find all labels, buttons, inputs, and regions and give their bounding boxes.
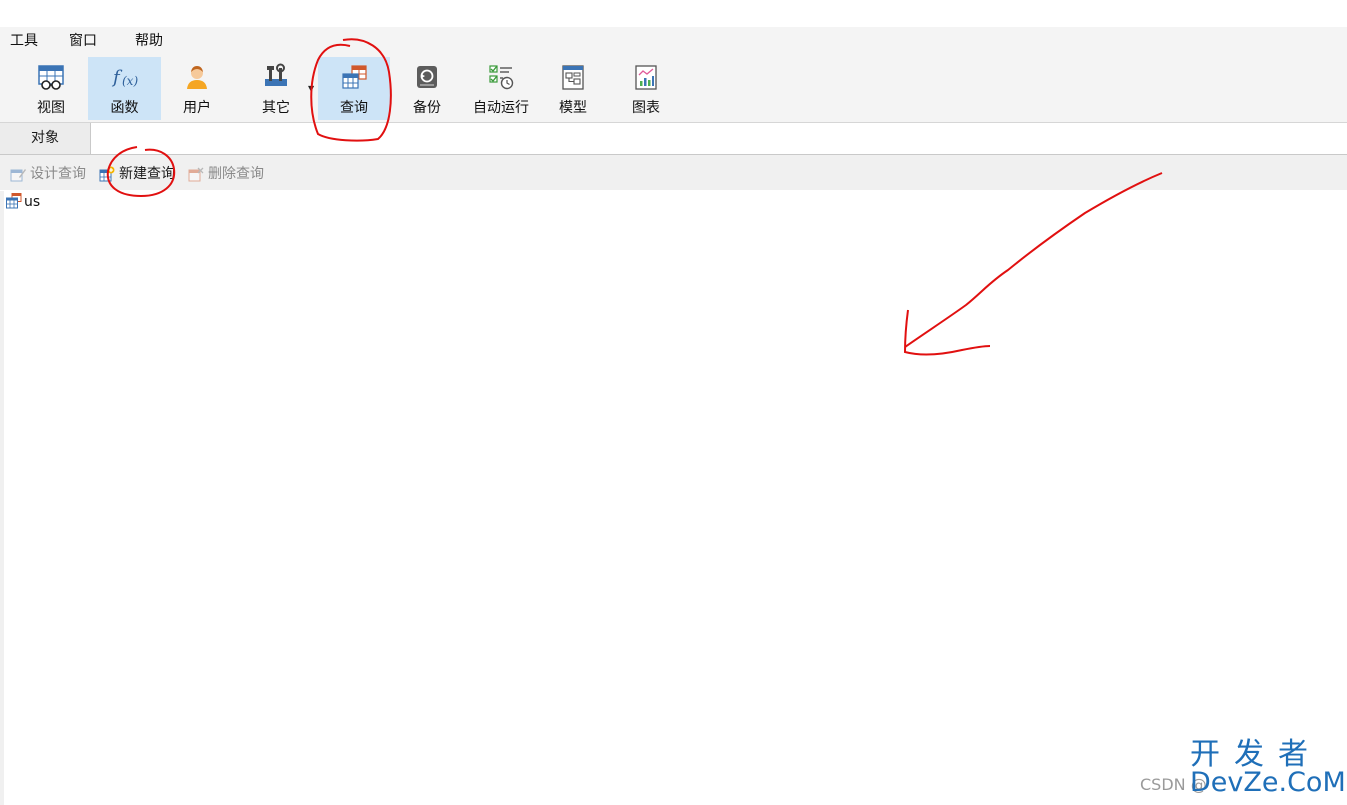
ribbon-chart-label: 图表 [632,100,660,116]
devze-watermark-cn: 开发者 [1190,737,1322,772]
new-query-label: 新建查询 [119,166,175,182]
devze-watermark: 开发者 DevZe.CoM [1190,737,1346,800]
ribbon-function-button[interactable]: f (x) 函数 [88,57,161,120]
menu-bar: 工具 窗口 帮助 [0,27,1347,55]
delete-query-icon [188,167,204,182]
tab-objects[interactable]: 对象 [0,123,91,154]
schedule-icon [489,65,514,90]
delete-query-label: 删除查询 [208,166,264,182]
ribbon-other-button[interactable]: 其它 [240,57,312,120]
view-icon [38,65,64,90]
devze-watermark-en: DevZe.CoM [1190,767,1346,798]
ribbon-user-button[interactable]: 用户 [162,57,232,120]
ribbon-view-label: 视图 [37,100,65,116]
backup-icon [417,66,437,88]
ribbon-query-button[interactable]: 查询 [318,57,390,120]
function-icon: f (x) [111,67,138,88]
ribbon-function-label: 函数 [110,100,139,116]
tools-icon [265,63,287,86]
design-query-label: 设计查询 [30,166,86,182]
design-query-icon [10,169,26,182]
ribbon-model-button[interactable]: 模型 [538,57,608,120]
main-ribbon: 视图 f (x) 函数 用户 其它 ▼ 查询 备份 自动运行 模型 图表 [0,55,1347,123]
ribbon-backup-button[interactable]: 备份 [392,57,462,120]
ribbon-schedule-button[interactable]: 自动运行 [465,57,537,120]
ribbon-chart-button[interactable]: 图表 [610,57,682,120]
query-item-icon [6,193,22,209]
other-dropdown-arrow-icon[interactable]: ▼ [308,85,316,93]
svg-text:(x): (x) [122,74,138,88]
model-icon [562,65,584,90]
menu-window[interactable]: 窗口 [69,32,97,50]
object-toolbar: 设计查询 新建查询 删除查询 [0,155,1347,190]
delete-query-button[interactable]: 删除查询 [188,164,270,184]
new-query-button[interactable]: 新建查询 [99,164,181,184]
ribbon-model-label: 模型 [559,100,587,116]
navicat-window: 工具 窗口 帮助 视图 f (x) 函数 用户 其它 ▼ 查询 备份 自动运行 … [0,0,1347,805]
list-item-label: us [24,194,41,210]
ribbon-query-label: 查询 [340,100,368,116]
chart-icon [635,65,657,90]
object-list: us [0,191,1347,805]
user-icon [187,66,207,89]
new-query-icon [99,166,115,182]
design-query-button[interactable]: 设计查询 [10,164,92,184]
tab-objects-label: 对象 [31,130,59,146]
tab-strip: 对象 [0,123,1347,155]
ribbon-view-button[interactable]: 视图 [16,57,86,120]
menu-tools[interactable]: 工具 [10,32,38,50]
ribbon-backup-label: 备份 [413,100,441,116]
ribbon-other-label: 其它 [262,100,290,116]
query-icon [342,65,367,89]
ribbon-user-label: 用户 [183,100,211,116]
menu-help[interactable]: 帮助 [135,32,163,50]
ribbon-schedule-label: 自动运行 [473,100,529,116]
